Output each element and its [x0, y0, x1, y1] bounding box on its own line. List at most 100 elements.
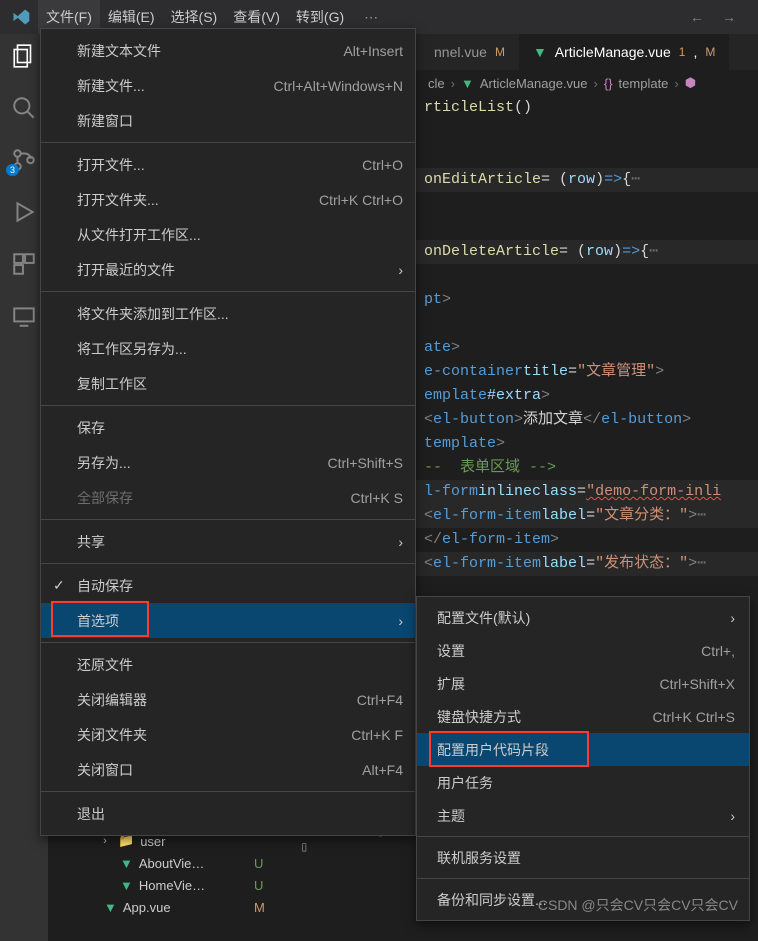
menu-item[interactable]: 复制工作区	[41, 366, 415, 401]
vue-icon: ▼	[120, 856, 133, 871]
explorer-tree[interactable]: › 📁 user ▼ AboutVie… U ▼ HomeVie… U ▼ Ap…	[60, 830, 270, 918]
tab-article-manage[interactable]: ▼ ArticleManage.vue 1 , M	[519, 34, 729, 70]
menu-item[interactable]: 共享›	[41, 524, 415, 559]
code-text: "文章管理"	[577, 360, 655, 384]
menu-item[interactable]: 关闭窗口Alt+F4	[41, 752, 415, 787]
chevron-right-icon: ›	[451, 76, 455, 91]
menu-item-label: 配置文件(默认)	[437, 608, 530, 628]
symbol-icon: ⬢	[685, 75, 696, 91]
menu-separator	[41, 563, 415, 564]
code-text: row	[568, 168, 595, 192]
nav-forward-icon[interactable]: →	[722, 9, 736, 25]
menu-item[interactable]: 打开文件...Ctrl+O	[41, 147, 415, 182]
submenu-item[interactable]: 用户任务	[417, 766, 749, 799]
menu-item-label: 备份和同步设置...	[437, 890, 547, 910]
source-control-icon[interactable]: 3	[10, 146, 38, 174]
search-icon[interactable]	[10, 94, 38, 122]
menu-item[interactable]: 关闭文件夹Ctrl+K F	[41, 717, 415, 752]
submenu-item[interactable]: 设置 Ctrl+,	[417, 634, 749, 667]
menu-item-label: 首选项	[77, 611, 119, 631]
run-debug-icon[interactable]	[10, 198, 38, 226]
menu-separator	[41, 519, 415, 520]
menu-separator	[41, 791, 415, 792]
submenu-item[interactable]: 键盘快捷方式 Ctrl+K Ctrl+S	[417, 700, 749, 733]
modified-label: ,	[693, 44, 697, 60]
menu-shortcut: Ctrl+K Ctrl+S	[653, 709, 735, 725]
menu-item-label: 共享	[77, 532, 105, 552]
untracked-badge: U	[254, 878, 270, 893]
menu-item-label: 联机服务设置	[437, 848, 521, 868]
extensions-icon[interactable]	[10, 250, 38, 278]
tree-file[interactable]: ▼ App.vue M	[60, 896, 270, 918]
menu-item[interactable]: 保存	[41, 410, 415, 445]
menu-shortcut: Ctrl+Shift+X	[660, 676, 735, 692]
menu-item-label: 另存为...	[77, 453, 131, 473]
menu-item-label: 从文件打开工作区...	[77, 225, 201, 245]
code-text: 表单区域	[460, 459, 520, 476]
menu-shortcut: Ctrl+,	[701, 643, 735, 659]
menu-item-label: 打开最近的文件	[77, 260, 175, 280]
file-menu: 新建文本文件Alt+Insert 新建文件... Ctrl+Alt+Windows+…	[40, 28, 416, 836]
menu-item[interactable]: 新建窗口	[41, 103, 415, 138]
submenu-item[interactable]: 配置文件(默认)›	[417, 601, 749, 634]
menu-item[interactable]: 打开最近的文件›	[41, 252, 415, 287]
menu-item-label: 退出	[77, 804, 105, 824]
chevron-right-icon: ›	[594, 76, 598, 91]
code-text: 添加文章	[523, 408, 583, 432]
menu-shortcut: Ctrl+Alt+Windows+N	[273, 78, 403, 94]
submenu-item[interactable]: 配置用户代码片段	[417, 733, 749, 766]
breadcrumb-part: cle	[428, 76, 445, 91]
code-text: onEditArticle	[424, 168, 541, 192]
menu-item[interactable]: 还原文件	[41, 647, 415, 682]
menu-item-label: 打开文件...	[77, 155, 145, 175]
problems-badge: 1	[679, 45, 686, 59]
modified-badge: M	[254, 900, 270, 915]
tab-label: nnel.vue	[434, 44, 487, 60]
menu-item-label: 键盘快捷方式	[437, 707, 521, 727]
preferences-submenu: 配置文件(默认)›设置Ctrl+,扩展Ctrl+Shift+X键盘快捷方式Ctr…	[416, 596, 750, 921]
menu-item[interactable]: 将工作区另存为...	[41, 331, 415, 366]
menu-item[interactable]: 将文件夹添加到工作区...	[41, 296, 415, 331]
menu-item-label: 关闭编辑器	[77, 690, 147, 710]
menu-item[interactable]: 退出	[41, 796, 415, 831]
menu-item-label: 新建文本文件	[77, 41, 161, 61]
submenu-item[interactable]: 主题›	[417, 799, 749, 832]
menu-shortcut: Ctrl+Shift+S	[328, 455, 403, 471]
file-name: HomeVie…	[139, 878, 205, 893]
submenu-item[interactable]: 扩展 Ctrl+Shift+X	[417, 667, 749, 700]
menu-item-label: 设置	[437, 641, 465, 661]
chevron-right-icon: ›	[730, 808, 735, 824]
braces-icon: {}	[604, 76, 613, 91]
menu-item-label: 新建文件...	[77, 76, 145, 96]
menu-item[interactable]: 打开文件夹...Ctrl+K Ctrl+O	[41, 182, 415, 217]
menu-item[interactable]: 新建文本文件Alt+Insert	[41, 33, 415, 68]
explorer-icon[interactable]	[10, 42, 38, 70]
chevron-right-icon: ›	[398, 613, 403, 629]
check-icon: ✓	[53, 577, 65, 594]
code-text: rticleList	[424, 96, 514, 120]
menu-item-label: 扩展	[437, 674, 465, 694]
tree-file[interactable]: ▼ HomeVie… U	[60, 874, 270, 896]
code-text: "文章分类："	[595, 504, 688, 528]
remote-icon[interactable]	[10, 302, 38, 330]
code-text: "demo-form-inli	[586, 480, 721, 504]
tab-left[interactable]: nnel.vue M	[420, 34, 519, 70]
menu-item[interactable]: ✓自动保存	[41, 568, 415, 603]
tree-file[interactable]: ▼ AboutVie… U	[60, 852, 270, 874]
menu-item-label: 全部保存	[77, 488, 133, 508]
breadcrumb-part: template	[619, 76, 669, 91]
menu-overflow-icon[interactable]: ⋯	[352, 9, 390, 26]
menu-item[interactable]: 另存为... Ctrl+Shift+S	[41, 445, 415, 480]
vscode-logo	[4, 0, 38, 34]
menu-item[interactable]: 首选项 ›	[41, 603, 415, 638]
modified-badge: M	[495, 45, 505, 59]
menu-item[interactable]: 从文件打开工作区...	[41, 217, 415, 252]
nav-back-icon[interactable]: ←	[690, 9, 704, 25]
menu-item[interactable]: 新建文件... Ctrl+Alt+Windows+N	[41, 68, 415, 103]
menu-item[interactable]: 关闭编辑器Ctrl+F4	[41, 682, 415, 717]
modified-badge: M	[705, 45, 715, 59]
menu-item[interactable]: 全部保存Ctrl+K S	[41, 480, 415, 515]
code-text: "发布状态："	[595, 552, 688, 576]
submenu-item[interactable]: 联机服务设置	[417, 841, 749, 874]
menu-separator	[41, 405, 415, 406]
